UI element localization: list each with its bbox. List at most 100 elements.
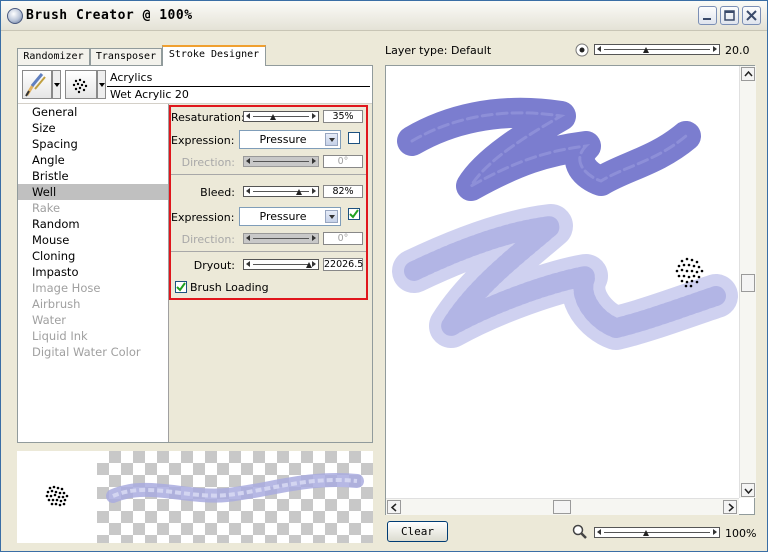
checkmark-icon bbox=[349, 209, 359, 219]
close-button[interactable] bbox=[742, 6, 761, 25]
nav-item-bristle[interactable]: Bristle bbox=[18, 168, 168, 184]
brush-category-label: Acrylics bbox=[110, 71, 153, 84]
dryout-slider[interactable] bbox=[243, 259, 319, 270]
direction-label-1: Direction: bbox=[181, 156, 235, 169]
nav-item-well[interactable]: Well bbox=[18, 184, 168, 200]
slider-left-arrow-icon[interactable] bbox=[246, 261, 250, 267]
slider-right-arrow-icon[interactable] bbox=[713, 529, 717, 535]
slider-left-arrow-icon[interactable] bbox=[246, 113, 250, 119]
section-divider bbox=[171, 174, 366, 175]
expression-invert-checkbox-2[interactable] bbox=[348, 208, 360, 220]
brush-category-icon bbox=[25, 73, 46, 97]
expression-invert-checkbox-1[interactable] bbox=[348, 132, 360, 144]
nav-item-digital-water-color: Digital Water Color bbox=[32, 345, 141, 359]
brush-category-dropdown[interactable] bbox=[52, 70, 61, 99]
layer-type-label: Layer type: Default bbox=[385, 44, 492, 57]
vertical-scroll-thumb[interactable] bbox=[741, 274, 755, 292]
scratch-pad-canvas[interactable] bbox=[385, 65, 755, 515]
scroll-down-button[interactable] bbox=[741, 483, 755, 497]
maximize-icon bbox=[724, 10, 735, 21]
slider-right-arrow-icon[interactable] bbox=[312, 188, 316, 194]
slider-left-arrow-icon[interactable] bbox=[597, 529, 601, 535]
chevron-down-icon bbox=[744, 488, 753, 495]
chevron-down-icon[interactable] bbox=[325, 133, 338, 146]
bleed-value[interactable]: 82% bbox=[323, 185, 363, 198]
slider-left-arrow-icon[interactable] bbox=[246, 188, 250, 194]
canvas-strokes bbox=[392, 97, 738, 350]
checkmark-icon bbox=[176, 282, 186, 292]
brush-variant-dropdown[interactable] bbox=[97, 70, 106, 99]
resaturation-value[interactable]: 35% bbox=[323, 110, 363, 123]
tab-randomizer[interactable]: Randomizer bbox=[17, 48, 90, 65]
nav-item-image-hose: Image Hose bbox=[32, 281, 101, 295]
scroll-up-button[interactable] bbox=[741, 67, 755, 81]
expression-select-1-value: Pressure bbox=[259, 133, 307, 146]
vertical-scrollbar[interactable] bbox=[739, 66, 756, 498]
tab-stroke-designer[interactable]: Stroke Designer bbox=[162, 45, 266, 66]
brush-size-slider[interactable] bbox=[594, 44, 720, 55]
bleed-slider[interactable] bbox=[243, 186, 319, 197]
settings-category-list: General Size Spacing Angle Bristle Well … bbox=[18, 104, 169, 442]
chevron-down-icon[interactable] bbox=[325, 210, 338, 223]
close-icon bbox=[746, 10, 757, 21]
expression-select-2[interactable]: Pressure bbox=[239, 207, 341, 226]
tab-transposer[interactable]: Transposer bbox=[90, 48, 162, 65]
slider-right-arrow-icon[interactable] bbox=[713, 46, 717, 52]
magnifier-icon bbox=[572, 524, 587, 539]
dab-type-icon bbox=[72, 78, 88, 94]
nav-item-angle[interactable]: Angle bbox=[18, 152, 168, 168]
zoom-slider-thumb[interactable] bbox=[643, 530, 650, 536]
brush-selector: Acrylics Wet Acrylic 20 bbox=[18, 66, 372, 104]
nav-item-water: Water bbox=[32, 313, 66, 327]
horizontal-scroll-thumb[interactable] bbox=[553, 500, 571, 514]
direction-value-1: 0° bbox=[323, 155, 363, 168]
nav-item-rake: Rake bbox=[32, 201, 61, 215]
chevron-left-icon bbox=[390, 503, 397, 512]
expression-select-2-value: Pressure bbox=[259, 210, 307, 223]
minimize-button[interactable] bbox=[698, 6, 717, 25]
brush-creator-window: Brush Creator @ 100% Randomizer Transpos… bbox=[0, 0, 768, 552]
expression-select-1[interactable]: Pressure bbox=[239, 130, 341, 149]
app-globe-icon bbox=[7, 8, 23, 24]
expression-label-2: Expression: bbox=[171, 211, 235, 224]
brush-size-value: 20.0 bbox=[725, 44, 750, 57]
brush-size-slider-thumb[interactable] bbox=[643, 47, 650, 53]
brush-variant-button[interactable] bbox=[65, 70, 97, 99]
zoom-slider[interactable] bbox=[594, 527, 720, 538]
nav-item-random[interactable]: Random bbox=[18, 216, 168, 232]
stroke-preview bbox=[17, 451, 373, 543]
resaturation-slider-thumb[interactable] bbox=[269, 114, 276, 120]
title-bar[interactable]: Brush Creator @ 100% bbox=[1, 1, 767, 31]
nav-item-spacing[interactable]: Spacing bbox=[18, 136, 168, 152]
direction-value-2: 0° bbox=[323, 232, 363, 245]
expression-label-1: Expression: bbox=[171, 134, 235, 147]
bleed-slider-thumb[interactable] bbox=[295, 189, 302, 195]
nav-item-cloning[interactable]: Cloning bbox=[18, 248, 168, 264]
slider-right-arrow-icon[interactable] bbox=[312, 113, 316, 119]
slider-right-arrow-icon[interactable] bbox=[312, 261, 316, 267]
slider-left-arrow-icon[interactable] bbox=[597, 46, 601, 52]
brush-size-dot-icon bbox=[575, 43, 589, 57]
scroll-right-button[interactable] bbox=[723, 500, 737, 514]
resaturation-slider[interactable] bbox=[243, 111, 319, 122]
window-title: Brush Creator @ 100% bbox=[26, 8, 193, 23]
horizontal-scrollbar[interactable] bbox=[386, 498, 739, 515]
nav-item-mouse[interactable]: Mouse bbox=[18, 232, 168, 248]
brush-category-button[interactable] bbox=[22, 70, 52, 99]
direction-label-2: Direction: bbox=[181, 233, 235, 246]
nav-item-impasto[interactable]: Impasto bbox=[18, 264, 168, 280]
resaturation-label: Resaturation: bbox=[171, 111, 245, 124]
brush-loading-checkbox[interactable] bbox=[175, 281, 187, 293]
direction-slider-2 bbox=[243, 233, 319, 244]
section-divider bbox=[171, 251, 366, 252]
nav-item-size[interactable]: Size bbox=[18, 120, 168, 136]
nav-item-general[interactable]: General bbox=[18, 104, 168, 120]
clear-button[interactable]: Clear bbox=[387, 521, 448, 542]
preview-stroke bbox=[106, 473, 364, 503]
scroll-left-button[interactable] bbox=[387, 500, 401, 514]
dryout-value[interactable]: 22026.5 bbox=[323, 258, 363, 271]
chevron-up-icon bbox=[744, 70, 753, 77]
maximize-button[interactable] bbox=[720, 6, 739, 25]
brush-variant-label: Wet Acrylic 20 bbox=[107, 86, 370, 101]
direction-slider-1 bbox=[243, 156, 319, 167]
